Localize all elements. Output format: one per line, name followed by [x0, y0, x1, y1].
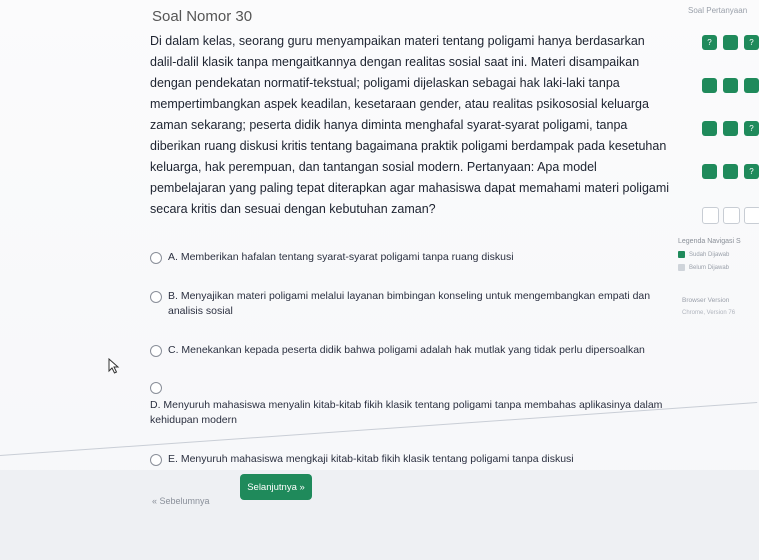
prev-button[interactable]: « Sebelumnya [152, 496, 210, 506]
legend-unanswered: Belum Dijawab [678, 264, 759, 271]
option-label: A. Memberikan hafalan tentang syarat-sya… [168, 251, 514, 263]
legend-title: Legenda Navigasi S [678, 238, 741, 245]
radio-icon[interactable] [150, 345, 162, 357]
question-cell[interactable] [702, 207, 719, 224]
question-grid: ? ? ? ? [702, 35, 759, 224]
question-cell[interactable] [702, 164, 717, 179]
question-cell[interactable]: ? [702, 35, 717, 50]
question-cell[interactable]: ? [744, 121, 759, 136]
radio-icon[interactable] [150, 291, 162, 303]
question-cell[interactable] [702, 78, 717, 93]
mouse-cursor-icon [108, 358, 120, 374]
radio-icon[interactable] [150, 454, 162, 466]
question-cell[interactable] [723, 164, 738, 179]
question-navigator: Soal Pertanyaan ? ? ? ? Legenda Navigasi… [672, 0, 759, 470]
legend-swatch [678, 264, 685, 271]
exam-page: Soal Nomor 30 Di dalam kelas, seorang gu… [0, 0, 759, 560]
question-cell[interactable] [744, 207, 759, 224]
question-cell[interactable] [723, 78, 738, 93]
question-panel: Soal Nomor 30 Di dalam kelas, seorang gu… [150, 8, 670, 528]
question-cell[interactable]: ? [744, 164, 759, 179]
question-number: Soal Nomor 30 [152, 8, 253, 25]
legend-label: Sudah Dijawab [689, 251, 730, 258]
option-label: E. Menyuruh mahasiswa mengkaji kitab-kit… [168, 453, 574, 465]
option-c[interactable]: C. Menekankan kepada peserta didik bahwa… [150, 343, 670, 358]
option-a[interactable]: A. Memberikan hafalan tentang syarat-sya… [150, 250, 670, 265]
question-cell[interactable] [723, 35, 738, 50]
option-label: D. Menyuruh mahasiswa menyalin kitab-kit… [150, 399, 663, 426]
browser-version-value: Chrome, Version 76 [682, 310, 736, 316]
legend-label: Belum Dijawab [689, 264, 730, 271]
legend-swatch [678, 251, 685, 258]
footer-band [0, 470, 759, 560]
option-label: B. Menyajikan materi poligami melalui la… [168, 290, 651, 317]
question-cell[interactable] [723, 121, 738, 136]
option-d[interactable]: D. Menyuruh mahasiswa menyalin kitab-kit… [150, 382, 670, 428]
browser-version-label: Browser Version [682, 297, 730, 304]
question-cell[interactable] [702, 121, 717, 136]
question-cell[interactable] [744, 78, 759, 93]
question-text: Di dalam kelas, seorang guru menyampaika… [150, 34, 670, 216]
question-cell[interactable]: ? [744, 35, 759, 50]
option-b[interactable]: B. Menyajikan materi poligami melalui la… [150, 289, 670, 319]
next-button[interactable]: Selanjutnya » [240, 474, 312, 500]
question-cell[interactable] [723, 207, 740, 224]
legend-answered: Sudah Dijawab [678, 251, 759, 258]
answer-options: A. Memberikan hafalan tentang syarat-sya… [150, 250, 670, 467]
radio-icon[interactable] [150, 252, 162, 264]
option-e[interactable]: E. Menyuruh mahasiswa mengkaji kitab-kit… [150, 452, 670, 467]
radio-icon[interactable] [150, 382, 162, 394]
option-label: C. Menekankan kepada peserta didik bahwa… [168, 344, 645, 356]
navigator-title: Soal Pertanyaan [688, 6, 748, 15]
